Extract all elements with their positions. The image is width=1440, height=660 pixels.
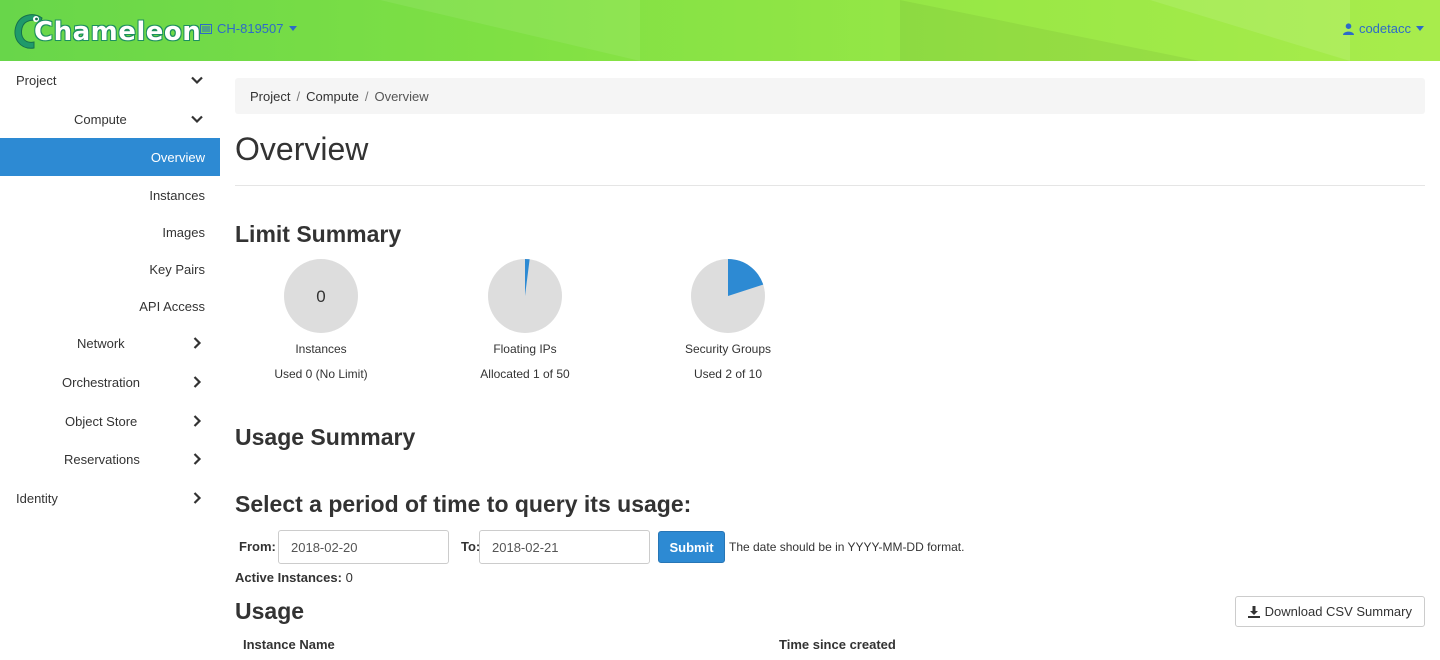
sidebar-item-label: Overview (150, 149, 205, 165)
sidebar-item-label: Key Pairs (149, 261, 205, 277)
project-name: CH-819507 (217, 21, 284, 36)
sidebar-item-label: Object Store (65, 413, 138, 429)
sidebar-item-label: Reservations (64, 451, 140, 467)
chevron-down-icon (1416, 26, 1424, 31)
chameleon-logo[interactable]: Chameleon (12, 10, 201, 52)
sidebar-item-instances[interactable]: Instances (0, 176, 220, 214)
sidebar-item-orchestration[interactable]: Orchestration (0, 363, 220, 401)
sidebar-item-network[interactable]: Network (0, 324, 220, 362)
instances-limit-chart: 0 Instances Used 0 (No Limit) (231, 258, 411, 381)
from-label: From: (239, 539, 276, 554)
limit-summary-title: Limit Summary (235, 221, 402, 247)
usage-title: Usage (235, 598, 305, 624)
breadcrumb-project[interactable]: Project (250, 89, 290, 104)
download-csv-button[interactable]: Download CSV Summary (1234, 596, 1425, 627)
chevron-down-icon (191, 115, 203, 124)
chart-label: Security Groups (684, 342, 772, 356)
sidebar-item-compute[interactable]: Compute (0, 100, 220, 138)
instances-pie: 0 (284, 259, 358, 333)
sidebar-item-label: Instances (149, 187, 205, 203)
title-divider (235, 185, 1425, 186)
sidebar-item-identity[interactable]: Identity (0, 479, 220, 517)
sidebar-item-label: Identity (16, 490, 58, 506)
date-range-form: From: To: Submit The date should be in Y… (235, 530, 1425, 564)
navbar-facet (380, 0, 640, 61)
project-icon (200, 23, 212, 34)
security-groups-limit-chart: Security Groups Used 2 of 10 (638, 258, 818, 381)
chevron-right-icon (193, 376, 202, 388)
sidebar: Project Compute Overview Instances Image… (0, 61, 220, 660)
navbar-facet (1150, 0, 1350, 61)
chart-value: Used 0 (No Limit) (274, 367, 368, 381)
breadcrumb-separator: / (296, 88, 301, 104)
user-menu[interactable]: codetacc (1342, 21, 1424, 36)
breadcrumb-overview: Overview (374, 88, 429, 104)
security-groups-pie (691, 259, 765, 333)
sidebar-item-reservations[interactable]: Reservations (0, 440, 220, 478)
usage-table-header: Instance Name Time since created (235, 637, 1425, 660)
chevron-right-icon (193, 492, 202, 504)
to-date-input[interactable] (479, 530, 650, 564)
username: codetacc (1358, 21, 1411, 36)
chevron-right-icon (193, 337, 202, 349)
active-instances-value: 0 (345, 570, 353, 585)
sidebar-item-label: Project (16, 72, 57, 88)
sidebar-item-label: Compute (74, 111, 127, 127)
logo-text: Chameleon (34, 17, 202, 47)
submit-button[interactable]: Submit (658, 531, 725, 563)
sidebar-item-api-access[interactable]: API Access (0, 287, 220, 325)
chevron-down-icon (191, 76, 203, 85)
floating-ips-limit-chart: Floating IPs Allocated 1 of 50 (435, 258, 615, 381)
active-instances: Active Instances: 0 (235, 570, 353, 585)
sidebar-item-label: Orchestration (62, 374, 141, 390)
from-date-input[interactable] (278, 530, 449, 564)
sidebar-item-object-store[interactable]: Object Store (0, 402, 220, 440)
sidebar-item-overview[interactable]: Overview (0, 138, 220, 176)
sidebar-item-project[interactable]: Project (0, 61, 220, 99)
sidebar-item-label: Network (77, 335, 125, 351)
user-icon (1342, 22, 1354, 35)
chevron-down-icon (288, 26, 297, 31)
breadcrumb: Project / Compute / Overview (235, 78, 1425, 114)
active-instances-label: Active Instances: (235, 570, 342, 585)
breadcrumb-separator: / (364, 88, 369, 104)
project-switcher[interactable]: CH-819507 (200, 21, 297, 36)
chart-value: Used 2 of 10 (693, 367, 763, 381)
query-period-title: Select a period of time to query its usa… (235, 491, 692, 517)
chart-label: Instances (295, 342, 347, 356)
sidebar-item-images[interactable]: Images (0, 213, 220, 251)
chart-label: Floating IPs (493, 342, 557, 356)
chart-value: Allocated 1 of 50 (480, 367, 570, 381)
main-content: Project / Compute / Overview Overview Li… (235, 61, 1425, 660)
floating-ips-pie (488, 259, 562, 333)
sidebar-item-label: Images (162, 224, 205, 240)
to-label: To: (461, 539, 481, 554)
chevron-right-icon (193, 453, 202, 465)
download-csv-label: Download CSV Summary (1264, 604, 1412, 619)
top-navbar: Chameleon CH-819507 codetacc (0, 0, 1440, 61)
page-title: Overview (235, 131, 369, 167)
chevron-right-icon (193, 415, 202, 427)
download-icon (1247, 605, 1260, 618)
pie-center-value: 0 (316, 287, 325, 306)
sidebar-item-label: API Access (139, 298, 205, 314)
breadcrumb-compute[interactable]: Compute (306, 89, 359, 104)
sidebar-item-key-pairs[interactable]: Key Pairs (0, 250, 220, 288)
column-header-time-since-created[interactable]: Time since created (779, 637, 896, 652)
date-format-help: The date should be in YYYY-MM-DD format. (729, 540, 965, 554)
column-header-instance-name[interactable]: Instance Name (243, 637, 335, 652)
usage-summary-title: Usage Summary (235, 424, 416, 450)
